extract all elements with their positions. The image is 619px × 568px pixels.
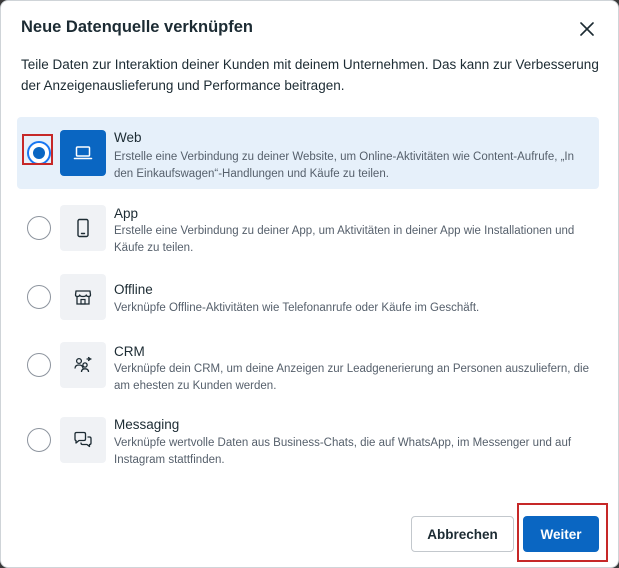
option-offline-icon-box xyxy=(60,274,106,320)
radio-offline[interactable] xyxy=(27,285,51,309)
option-web-description: Erstelle eine Verbindung zu deiner Websi… xyxy=(114,151,575,180)
option-web[interactable]: Web Erstelle eine Verbindung zu deiner W… xyxy=(17,117,599,189)
option-crm-title: CRM xyxy=(114,344,145,359)
radio-app[interactable] xyxy=(27,216,51,240)
option-app-icon-box xyxy=(60,205,106,251)
close-icon xyxy=(580,22,594,36)
option-offline[interactable]: Offline Verknüpfe Offline-Aktivitäten wi… xyxy=(17,273,599,325)
next-button[interactable]: Weiter xyxy=(523,516,599,552)
option-offline-description: Verknüpfe Offline-Aktivitäten wie Telefo… xyxy=(114,302,480,314)
option-web-title: Web xyxy=(114,130,142,145)
radio-crm[interactable] xyxy=(27,353,51,377)
radio-web[interactable] xyxy=(27,141,51,165)
option-app-description: Erstelle eine Verbindung zu deiner App, … xyxy=(114,225,575,254)
close-button[interactable] xyxy=(573,15,601,43)
option-app[interactable]: App Erstelle eine Verbindung zu deiner A… xyxy=(17,197,599,267)
option-messaging[interactable]: Messaging Verknüpfe wertvolle Daten aus … xyxy=(17,415,599,471)
dialog-title: Neue Datenquelle verknüpfen xyxy=(21,18,253,36)
option-app-title: App xyxy=(114,206,139,221)
option-messaging-title: Messaging xyxy=(114,417,180,432)
store-icon xyxy=(74,290,92,305)
laptop-icon xyxy=(73,146,93,160)
dialog-description: Teile Daten zur Interaktion deiner Kunde… xyxy=(21,57,599,93)
crm-people-icon xyxy=(74,356,92,373)
option-web-icon-box xyxy=(60,130,106,176)
cancel-button[interactable]: Abbrechen xyxy=(411,516,514,552)
option-crm-icon-box xyxy=(60,342,106,388)
option-crm[interactable]: CRM Verknüpfe dein CRM, um deine Anzeige… xyxy=(17,341,599,397)
option-crm-description: Verknüpfe dein CRM, um deine Anzeigen zu… xyxy=(114,363,590,392)
option-messaging-description: Verknüpfe wertvolle Daten aus Business-C… xyxy=(114,437,572,466)
chat-bubbles-icon xyxy=(74,431,92,448)
phone-icon xyxy=(77,218,89,238)
connect-data-source-dialog: Neue Datenquelle verknüpfen Teile Daten … xyxy=(0,0,619,568)
option-messaging-icon-box xyxy=(60,417,106,463)
radio-messaging[interactable] xyxy=(27,428,51,452)
option-offline-title: Offline xyxy=(114,282,153,297)
